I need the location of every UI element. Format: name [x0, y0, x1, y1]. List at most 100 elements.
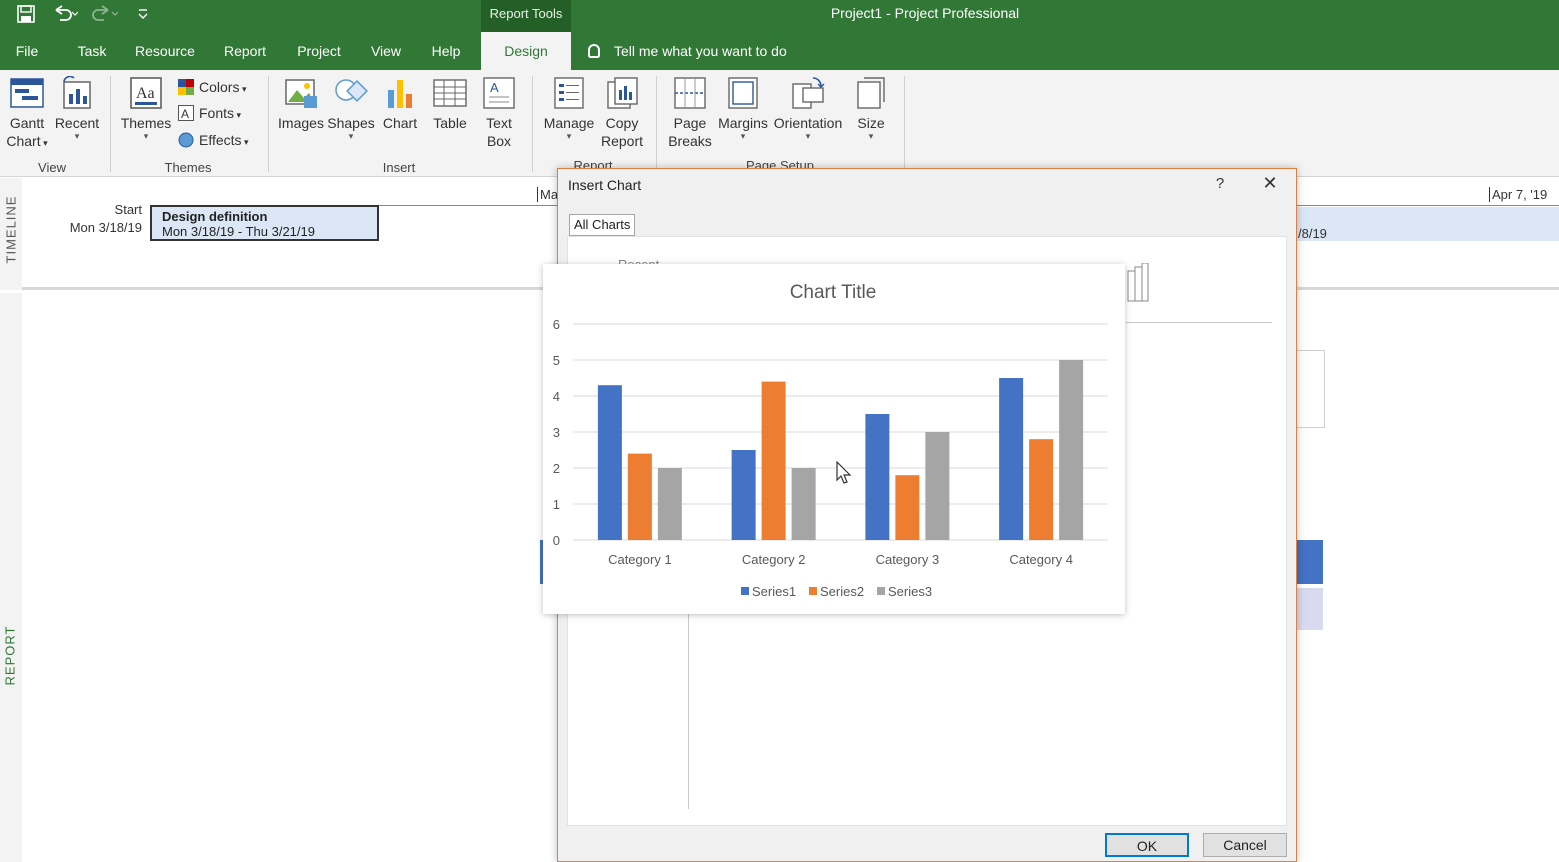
- x-category-label: Category 1: [608, 552, 672, 567]
- shapes-label: Shapes: [327, 115, 375, 131]
- recent-button[interactable]: Recent ▾: [54, 75, 100, 141]
- group-label-report: Report: [573, 158, 613, 168]
- tab-report[interactable]: Report: [214, 32, 276, 70]
- tab-design[interactable]: Design: [481, 32, 571, 70]
- tab-view[interactable]: View: [362, 32, 410, 70]
- gantt-chart-button[interactable]: Gantt Chart ▾: [4, 76, 50, 152]
- bar-series1-4: [999, 378, 1024, 540]
- chart-label: Chart: [382, 115, 418, 131]
- orientation-label: Orientation: [773, 115, 843, 131]
- redo-icon[interactable]: [92, 4, 119, 29]
- timeline-end-label: Apr 7, '19: [1489, 187, 1547, 202]
- group-separator: [110, 76, 111, 172]
- timeline-side-label: TIMELINE: [3, 195, 19, 264]
- size-button[interactable]: Size ▾: [850, 76, 892, 141]
- report-side-label: REPORT: [2, 625, 18, 686]
- tab-project[interactable]: Project: [288, 32, 350, 70]
- ribbon: Gantt Chart ▾ Recent ▾ View Aa Themes ▾ Co…: [0, 70, 1559, 177]
- manage-button[interactable]: Manage ▾: [540, 76, 598, 141]
- manage-icon: [552, 76, 586, 110]
- margins-button[interactable]: Margins ▾: [716, 76, 770, 141]
- close-icon[interactable]: ✕: [1258, 173, 1282, 194]
- y-tick-label: 5: [553, 353, 560, 368]
- legend-swatch: [741, 587, 749, 595]
- orientation-icon: [791, 76, 825, 110]
- timeline-tick-partial: Ma: [537, 187, 558, 202]
- save-icon[interactable]: [16, 4, 36, 29]
- customize-icon[interactable]: [137, 4, 149, 29]
- colors-dropdown[interactable]: Colors ▾: [178, 76, 247, 98]
- fonts-dropdown[interactable]: A Fonts ▾: [178, 102, 241, 124]
- text-box-icon: A: [482, 76, 516, 110]
- legend-label: Series2: [820, 584, 864, 599]
- timeline-task-bar[interactable]: Design definition Mon 3/18/19 - Thu 3/21…: [150, 205, 379, 241]
- chart-type-icon[interactable]: [1126, 262, 1150, 303]
- copy-report-label-2: Report: [600, 133, 644, 149]
- copy-report-button[interactable]: Copy Report: [598, 76, 646, 150]
- tab-file[interactable]: File: [4, 32, 50, 70]
- ribbon-tab-bar: File Task Resource Report Project View H…: [0, 32, 1559, 70]
- text-box-label-2: Box: [486, 133, 512, 149]
- shapes-button[interactable]: Shapes ▾: [326, 76, 376, 141]
- timeline-right-partial-date: /8/19: [1298, 226, 1327, 241]
- y-tick-label: 0: [553, 533, 560, 548]
- fonts-icon: A: [178, 105, 194, 121]
- orientation-button[interactable]: Orientation ▾: [770, 76, 846, 141]
- x-category-label: Category 4: [1009, 552, 1073, 567]
- recent-label: Recent: [54, 115, 100, 131]
- colors-icon: [178, 79, 194, 95]
- group-label-themes: Themes: [164, 160, 212, 175]
- tab-all-charts[interactable]: All Charts: [569, 214, 636, 236]
- themes-label: Themes: [120, 115, 172, 131]
- x-category-label: Category 2: [742, 552, 806, 567]
- themes-icon: Aa: [129, 76, 163, 110]
- themes-button[interactable]: Aa Themes ▾: [118, 76, 174, 141]
- gallery-separator: [1126, 322, 1272, 323]
- bar-series1-1: [597, 385, 622, 540]
- report-bar-blue: [1296, 540, 1323, 584]
- effects-label: Effects: [199, 132, 242, 148]
- undo-icon[interactable]: [52, 4, 79, 29]
- bar-series3-4: [1059, 360, 1084, 540]
- copy-report-icon: [605, 76, 639, 110]
- shapes-icon: [334, 76, 368, 110]
- images-button[interactable]: Images: [276, 76, 326, 132]
- report-element-box[interactable]: [1296, 350, 1325, 428]
- bar-series3-1: [657, 468, 682, 540]
- group-label-view: View: [38, 160, 66, 175]
- chart-title: Chart Title: [790, 282, 877, 303]
- tell-me-search[interactable]: Tell me what you want to do: [588, 32, 787, 70]
- gantt-label-2: Chart: [6, 133, 41, 149]
- bar-series2-2: [761, 381, 786, 540]
- timeline-task-dates: Mon 3/18/19 - Thu 3/21/19: [162, 224, 315, 239]
- gantt-chart-icon: [10, 76, 44, 110]
- bar-series1-3: [865, 414, 890, 540]
- timeline-start-label: Start: [114, 202, 142, 217]
- svg-text:A: A: [490, 80, 499, 95]
- timeline-task-bar-right[interactable]: [1296, 207, 1559, 241]
- chart-button[interactable]: Chart: [378, 76, 422, 132]
- recent-view-icon: [60, 75, 94, 110]
- help-icon[interactable]: ?: [1210, 175, 1230, 192]
- page-breaks-label-1: Page: [673, 115, 707, 131]
- tab-task[interactable]: Task: [68, 32, 116, 70]
- group-separator: [904, 76, 905, 172]
- tab-resource[interactable]: Resource: [130, 32, 200, 70]
- table-button[interactable]: Table: [426, 76, 474, 132]
- tab-help[interactable]: Help: [422, 32, 470, 70]
- images-label: Images: [278, 115, 324, 131]
- bar-series2-1: [627, 453, 652, 540]
- effects-dropdown[interactable]: Effects ▾: [178, 129, 249, 151]
- legend-swatch: [809, 587, 817, 595]
- page-breaks-button[interactable]: Page Breaks: [664, 76, 716, 150]
- group-label-insert: Insert: [382, 160, 416, 175]
- bar-series3-3: [925, 432, 950, 540]
- chart-preview: Chart Title 0 1 2 3 4 5 6 Category 1 Category 2…: [543, 264, 1125, 614]
- text-box-button[interactable]: A Text Box: [476, 76, 522, 150]
- cancel-button[interactable]: Cancel: [1203, 833, 1287, 857]
- x-category-label: Category 3: [876, 552, 940, 567]
- ok-button[interactable]: OK: [1105, 833, 1189, 857]
- bar-series1-2: [731, 450, 756, 540]
- gantt-label-1: Gantt: [9, 115, 45, 131]
- page-breaks-icon: [673, 76, 707, 110]
